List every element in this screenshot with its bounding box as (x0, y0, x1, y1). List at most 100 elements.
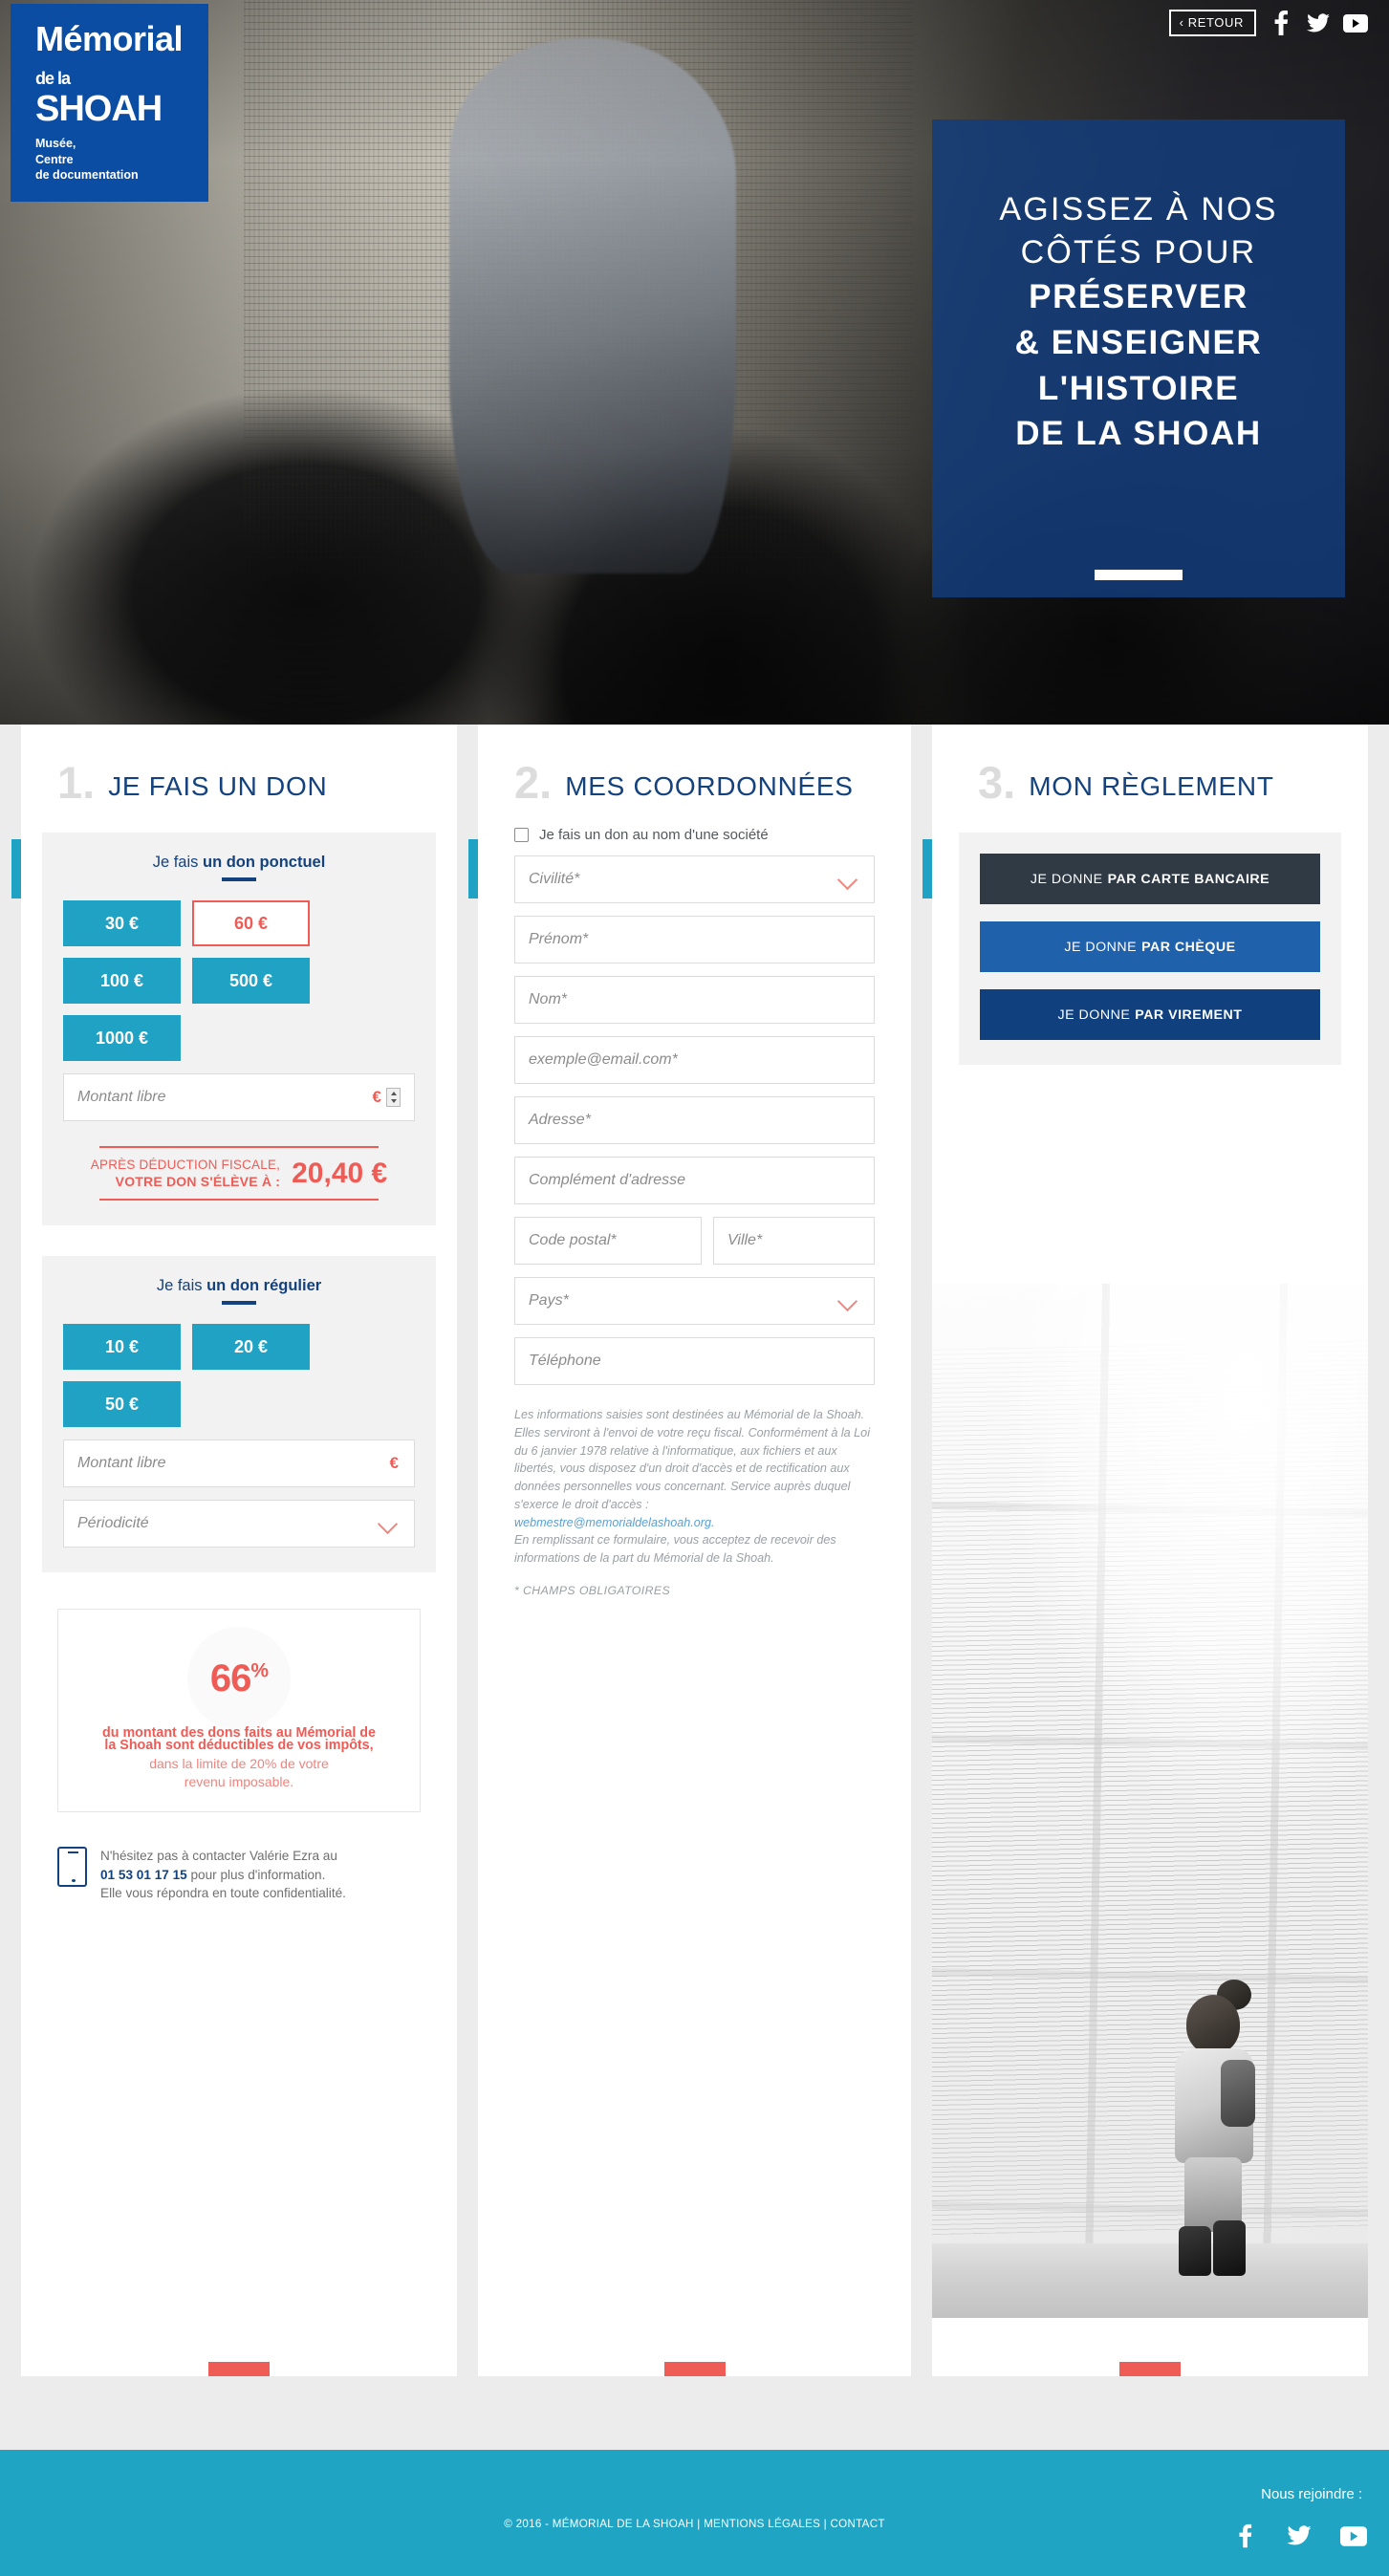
periodicity-select[interactable]: Périodicité (63, 1500, 415, 1548)
phone-input[interactable]: Téléphone (514, 1337, 875, 1385)
free-amount-field-one-time[interactable]: Montant libre € (63, 1073, 415, 1121)
accent-tab-col2 (468, 839, 478, 898)
chevron-down-icon (380, 1514, 399, 1533)
address-placeholder: Adresse* (529, 1112, 591, 1128)
postal-code-input[interactable]: Code postal* (514, 1217, 702, 1265)
recurring-amount-button-20[interactable]: 20 € (192, 1324, 310, 1370)
column3-bottom-marker (1119, 2362, 1181, 2376)
firstname-placeholder: Prénom* (529, 931, 589, 947)
logo-sub-line1: Musée, (35, 137, 76, 151)
amount-button-500[interactable]: 500 € (192, 958, 310, 1004)
pay-card-bold: PAR CARTE BANCAIRE (1107, 871, 1270, 887)
pay-transfer-prefix: JE DONNE (1057, 1007, 1131, 1023)
legal-text-part1: Les informations saisies sont destinées … (514, 1408, 870, 1511)
pay-by-transfer-button[interactable]: JE DONNE PAR VIREMENT (980, 989, 1320, 1040)
free-amount-field-recurring[interactable]: Montant libre € (63, 1440, 415, 1487)
one-time-label-bold: un don ponctuel (202, 854, 326, 871)
mandatory-fields-note: * CHAMPS OBLIGATOIRES (514, 1583, 671, 1597)
legal-text-part2: En remplissant ce formulaire, vous accep… (514, 1533, 836, 1565)
email-input[interactable]: exemple@email.com* (514, 1036, 875, 1084)
tax-benefit-light-1: dans la limite de 20% de votre (149, 1756, 329, 1771)
address-input[interactable]: Adresse* (514, 1096, 875, 1144)
recurring-amount-button-10[interactable]: 10 € (63, 1324, 181, 1370)
footer-copyright-text[interactable]: © 2016 - MÉMORIAL DE LA SHOAH | MENTIONS… (504, 2518, 885, 2530)
contact-phone-number[interactable]: 01 53 01 17 15 (100, 1868, 187, 1882)
column2-bottom-marker (663, 2362, 726, 2376)
address-complement-placeholder: Complément d'adresse (529, 1172, 686, 1188)
deduction-line-2: VOTRE DON S'ÉLÈVE À : (115, 1173, 281, 1189)
tax-benefit-light-2: revenu imposable. (184, 1773, 294, 1789)
firstname-input[interactable]: Prénom* (514, 916, 875, 963)
webmaster-email-link[interactable]: webmestre@memorialdelashoah.org. (514, 1516, 714, 1529)
pay-cheque-bold: PAR CHÈQUE (1141, 939, 1236, 955)
lastname-input[interactable]: Nom* (514, 976, 875, 1024)
logo-sub-line3: de documentation (35, 168, 139, 183)
recurring-underline (222, 1301, 256, 1305)
logo-sub-line2: Centre (35, 152, 74, 166)
donation-page: Mémorial de la SHOAH Musée, Centre de do… (0, 0, 1389, 2576)
logo-de-la: de la (35, 69, 71, 89)
logo-subtitle: Musée, Centre de documentation (35, 136, 184, 184)
column1-bottom-marker (208, 2362, 270, 2376)
chevron-down-icon (839, 1291, 858, 1310)
step-title-3: MON RÈGLEMENT (1029, 771, 1274, 801)
step-title-1: JE FAIS UN DON (108, 771, 328, 801)
amount-button-60[interactable]: 60 € (192, 900, 310, 946)
tax-deduction-summary: APRÈS DÉDUCTION FISCALE, VOTRE DON S'ÉLÈ… (63, 1146, 415, 1201)
photo-floor (932, 2243, 1368, 2318)
memorial-wall-photo (932, 1284, 1368, 2318)
hero-line-3: PRÉSERVER (1029, 278, 1248, 316)
phone-placeholder: Téléphone (529, 1353, 601, 1369)
pay-by-card-button[interactable]: JE DONNE PAR CARTE BANCAIRE (980, 854, 1320, 904)
country-placeholder: Pays* (529, 1292, 569, 1309)
column2-header: 2. MES COORDONNÉES (478, 725, 911, 804)
recurring-amount-button-50[interactable]: 50 € (63, 1381, 181, 1427)
back-button[interactable]: ‹ RETOUR (1168, 10, 1256, 36)
one-time-label: Je fais un don ponctuel (63, 854, 415, 872)
amount-button-30[interactable]: 30 € (63, 900, 181, 946)
civility-select[interactable]: Civilité* (514, 855, 875, 903)
lastname-placeholder: Nom* (529, 991, 568, 1007)
company-checkbox-row[interactable]: Je fais un don au nom d'une société (514, 827, 875, 843)
free-amount-placeholder: Montant libre (77, 1089, 166, 1105)
deduction-labels: APRÈS DÉDUCTION FISCALE, VOTRE DON S'ÉLÈ… (91, 1158, 280, 1190)
civility-placeholder: Civilité* (529, 871, 580, 887)
column-payment: 3. MON RÈGLEMENT JE DONNE PAR CARTE BANC… (932, 725, 1368, 2376)
visitor-boot-right (1213, 2220, 1246, 2276)
contact-form: Je fais un don au nom d'une société Civi… (478, 802, 911, 1597)
accent-tab-col3 (922, 839, 932, 898)
deduction-value: 20,40 € (292, 1158, 388, 1189)
site-footer: Nous rejoindre : © 2016 - MÉMORIAL DE LA… (0, 2450, 1389, 2576)
visitor-boot-left (1179, 2226, 1211, 2276)
column-contact-details: 2. MES COORDONNÉES Je fais un don au nom… (478, 725, 911, 2376)
recurring-label: Je fais un don régulier (63, 1277, 415, 1295)
footer-copyright[interactable]: © 2016 - MÉMORIAL DE LA SHOAH | MENTIONS… (0, 2518, 1389, 2530)
facebook-icon[interactable] (1269, 11, 1293, 35)
contact-info: N'hésitez pas à contacter Valérie Ezra a… (57, 1847, 421, 1902)
amount-button-1000[interactable]: 1000 € (63, 1015, 181, 1061)
youtube-icon[interactable] (1343, 11, 1368, 35)
city-input[interactable]: Ville* (713, 1217, 875, 1265)
recurring-label-plain: Je fais (156, 1277, 207, 1294)
amount-button-100[interactable]: 100 € (63, 958, 181, 1004)
pay-transfer-bold: PAR VIREMENT (1135, 1007, 1243, 1023)
site-logo[interactable]: Mémorial de la SHOAH Musée, Centre de do… (11, 4, 208, 202)
twitter-icon[interactable] (1306, 11, 1331, 35)
contact-text: N'hésitez pas à contacter Valérie Ezra a… (100, 1847, 346, 1902)
postal-city-row: Code postal* Ville* (514, 1204, 875, 1265)
visitor-head (1186, 1995, 1240, 2054)
euro-symbol-icon-recurring: € (389, 1454, 399, 1472)
percent-sign: % (250, 1659, 269, 1682)
euro-symbol-icon: € (372, 1088, 381, 1106)
address-complement-input[interactable]: Complément d'adresse (514, 1157, 875, 1204)
pay-by-cheque-button[interactable]: JE DONNE PAR CHÈQUE (980, 921, 1320, 972)
one-time-amount-grid: 30 € 60 € 100 € 500 € 1000 € (63, 900, 415, 1061)
logo-shoah: SHOAH (35, 89, 163, 130)
recurring-free-amount-placeholder: Montant libre (77, 1455, 166, 1471)
company-checkbox[interactable] (514, 828, 529, 842)
country-select[interactable]: Pays* (514, 1277, 875, 1325)
number-stepper-icon[interactable] (386, 1088, 401, 1107)
hero-banner: Mémorial de la SHOAH Musée, Centre de do… (0, 0, 1389, 725)
footer-join-label: Nous rejoindre : (1261, 2486, 1362, 2502)
top-navigation: ‹ RETOUR (1168, 10, 1368, 36)
